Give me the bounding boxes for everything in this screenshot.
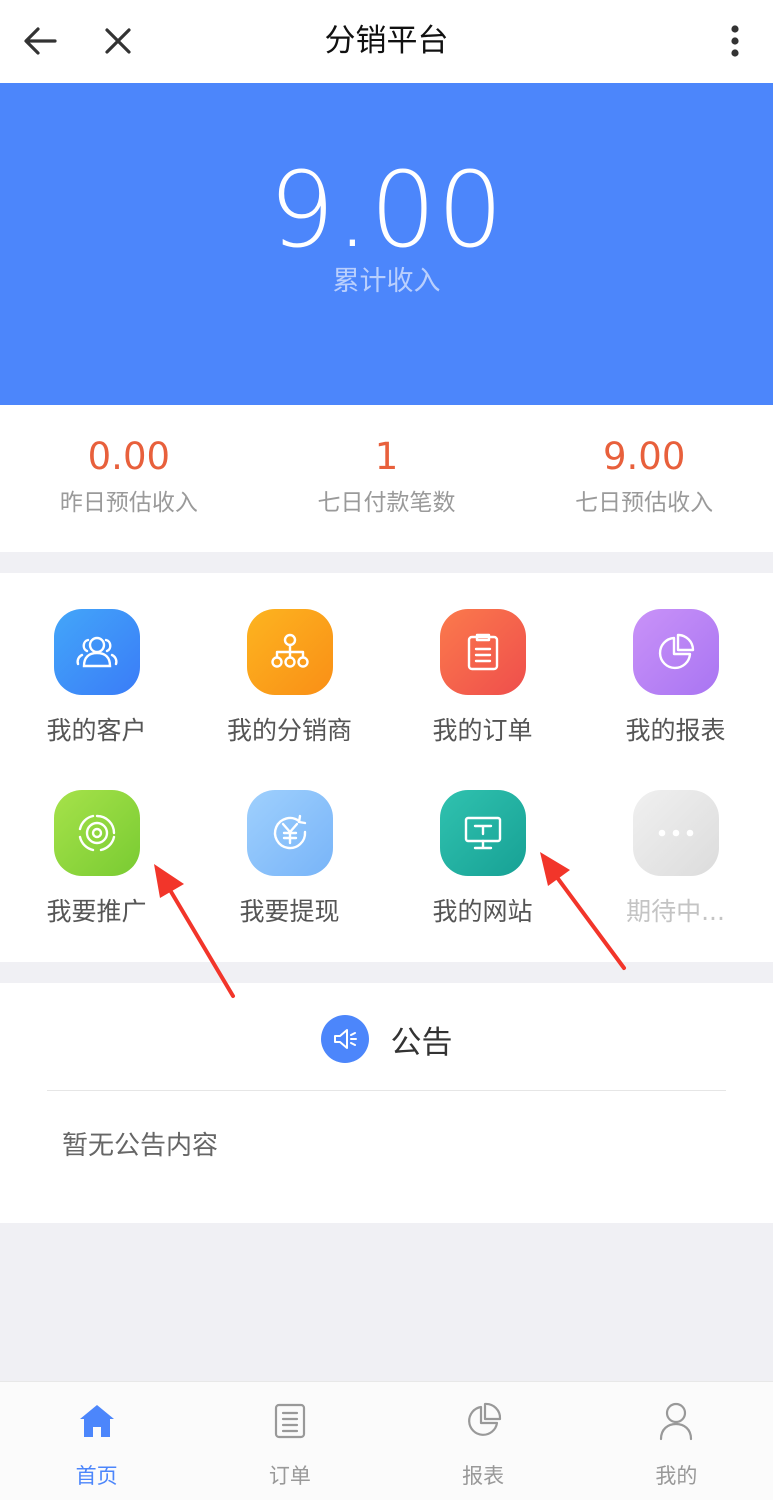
grid-item-my-reports[interactable]: 我的报表: [579, 573, 772, 753]
pie-chart-outline-icon: [468, 1402, 502, 1436]
grid-item-coming-soon: 期待中...: [579, 754, 772, 934]
order-list-icon: [274, 1403, 305, 1439]
total-income-banner: 9.00 累计收入: [0, 83, 773, 405]
page-title: 分销平台: [324, 23, 449, 59]
bottom-tab-bar: 首页 订单 报表 我的: [0, 1381, 773, 1500]
income-stats: 0.00 昨日预估收入 1 七日付款笔数 9.00 七日预估收入: [0, 405, 773, 552]
grid-item-label: 我的订单: [432, 716, 533, 745]
target-icon: [54, 790, 140, 876]
speaker-icon: [320, 1015, 369, 1063]
user-icon: [660, 1402, 693, 1441]
more-dots-icon: [633, 790, 719, 876]
grid-item-my-orders[interactable]: 我的订单: [386, 573, 579, 753]
users-icon: [54, 609, 140, 695]
stat-value: 9.00: [602, 435, 686, 478]
home-icon: [79, 1405, 114, 1437]
tab-label: 我的: [655, 1464, 698, 1488]
tab-label: 首页: [75, 1464, 118, 1488]
grid-item-my-website[interactable]: 我的网站: [386, 754, 579, 934]
top-navigation-bar: 分销平台: [0, 0, 773, 83]
total-income-amount: 9.00: [268, 149, 505, 271]
tab-label: 订单: [268, 1464, 311, 1488]
stat-seven-day-estimated-income[interactable]: 9.00 七日预估收入: [515, 405, 773, 552]
grid-item-withdraw[interactable]: 我要提现: [193, 754, 386, 934]
document-list-icon: [440, 609, 526, 695]
announcement-section: 公告 暂无公告内容: [0, 983, 773, 1223]
divider: [47, 1090, 726, 1091]
total-income-label: 累计收入: [332, 266, 441, 297]
tab-label: 报表: [462, 1464, 505, 1488]
stat-yesterday-estimated-income[interactable]: 0.00 昨日预估收入: [0, 405, 258, 552]
monitor-icon: [440, 790, 526, 876]
tab-home[interactable]: 首页: [0, 1382, 193, 1500]
tab-orders[interactable]: 订单: [193, 1382, 386, 1500]
grid-item-promote[interactable]: 我要推广: [0, 754, 193, 934]
more-vertical-icon: [731, 25, 739, 57]
announcement-empty-text: 暂无公告内容: [62, 1131, 219, 1161]
org-tree-icon: [247, 609, 333, 695]
grid-item-label: 我的网站: [432, 897, 533, 926]
stat-seven-day-payments[interactable]: 1 七日付款笔数: [258, 405, 516, 552]
tab-reports[interactable]: 报表: [387, 1382, 580, 1500]
announcement-header: 公告: [0, 1013, 773, 1065]
grid-item-my-distributors[interactable]: 我的分销商: [193, 573, 386, 753]
more-menu-button[interactable]: [707, 13, 763, 69]
stat-value: 0.00: [87, 435, 171, 478]
announcement-title: 公告: [390, 1024, 453, 1061]
stat-value: 1: [374, 435, 399, 478]
grid-item-label: 我的客户: [46, 716, 147, 745]
stat-label: 昨日预估收入: [59, 490, 198, 516]
yen-refresh-icon: [247, 790, 333, 876]
grid-item-label: 我的分销商: [226, 716, 352, 745]
grid-item-label: 我的报表: [625, 716, 726, 745]
grid-item-label: 我要推广: [46, 897, 147, 926]
tab-mine[interactable]: 我的: [580, 1382, 773, 1500]
grid-item-label: 我要提现: [239, 897, 340, 926]
grid-item-label: 期待中...: [626, 897, 725, 926]
grid-item-my-customers[interactable]: 我的客户: [0, 573, 193, 753]
function-grid: 我的客户 我的分销商 我的订单 我的报表 我要推广 我要提现 我的网站 期待中.…: [0, 573, 773, 962]
stat-label: 七日付款笔数: [317, 490, 456, 516]
pie-chart-icon: [633, 609, 719, 695]
stat-label: 七日预估收入: [575, 490, 714, 516]
